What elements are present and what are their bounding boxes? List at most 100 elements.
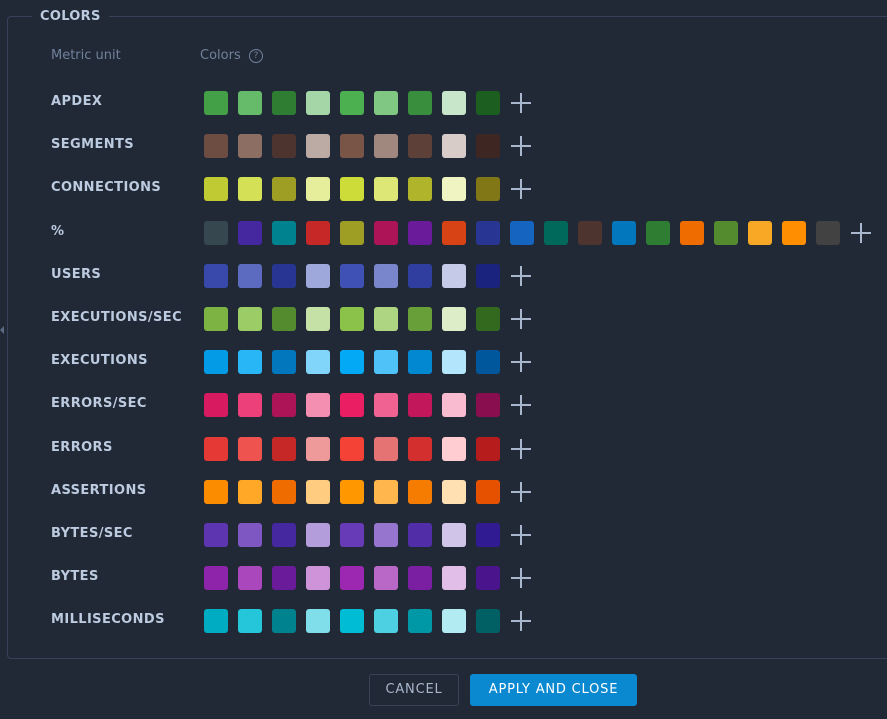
color-swatch[interactable] [238, 523, 262, 547]
color-swatch[interactable] [374, 350, 398, 374]
color-swatch[interactable] [204, 134, 228, 158]
color-swatch[interactable] [408, 221, 432, 245]
color-swatch[interactable] [306, 221, 330, 245]
add-color-plus-icon[interactable] [511, 611, 531, 631]
color-swatch[interactable] [238, 264, 262, 288]
add-color-plus-icon[interactable] [511, 352, 531, 372]
color-swatch[interactable] [238, 307, 262, 331]
color-swatch[interactable] [272, 134, 296, 158]
color-swatch[interactable] [238, 393, 262, 417]
color-swatch[interactable] [510, 221, 534, 245]
color-swatch[interactable] [782, 221, 806, 245]
color-swatch[interactable] [374, 91, 398, 115]
color-swatch[interactable] [272, 523, 296, 547]
color-swatch[interactable] [204, 393, 228, 417]
color-swatch[interactable] [306, 307, 330, 331]
color-swatch[interactable] [442, 393, 466, 417]
color-swatch[interactable] [340, 91, 364, 115]
color-swatch[interactable] [204, 523, 228, 547]
color-swatch[interactable] [340, 350, 364, 374]
color-swatch[interactable] [340, 393, 364, 417]
color-swatch[interactable] [374, 307, 398, 331]
color-swatch[interactable] [476, 437, 500, 461]
color-swatch[interactable] [408, 437, 432, 461]
color-swatch[interactable] [238, 134, 262, 158]
color-swatch[interactable] [408, 307, 432, 331]
color-swatch[interactable] [476, 609, 500, 633]
color-swatch[interactable] [272, 350, 296, 374]
color-swatch[interactable] [408, 177, 432, 201]
color-swatch[interactable] [408, 480, 432, 504]
color-swatch[interactable] [204, 221, 228, 245]
color-swatch[interactable] [408, 350, 432, 374]
color-swatch[interactable] [306, 350, 330, 374]
color-swatch[interactable] [476, 307, 500, 331]
color-swatch[interactable] [408, 134, 432, 158]
color-swatch[interactable] [340, 523, 364, 547]
color-swatch[interactable] [476, 264, 500, 288]
color-swatch[interactable] [306, 393, 330, 417]
color-swatch[interactable] [306, 609, 330, 633]
color-swatch[interactable] [680, 221, 704, 245]
color-swatch[interactable] [306, 177, 330, 201]
color-swatch[interactable] [374, 523, 398, 547]
color-swatch[interactable] [272, 393, 296, 417]
color-swatch[interactable] [408, 264, 432, 288]
color-swatch[interactable] [374, 609, 398, 633]
color-swatch[interactable] [476, 566, 500, 590]
color-swatch[interactable] [612, 221, 636, 245]
color-swatch[interactable] [340, 566, 364, 590]
color-swatch[interactable] [204, 350, 228, 374]
color-swatch[interactable] [374, 566, 398, 590]
color-swatch[interactable] [204, 264, 228, 288]
add-color-plus-icon[interactable] [511, 395, 531, 415]
color-swatch[interactable] [748, 221, 772, 245]
color-swatch[interactable] [306, 264, 330, 288]
add-color-plus-icon[interactable] [511, 525, 531, 545]
color-swatch[interactable] [204, 307, 228, 331]
color-swatch[interactable] [374, 221, 398, 245]
color-swatch[interactable] [476, 350, 500, 374]
color-swatch[interactable] [374, 134, 398, 158]
add-color-plus-icon[interactable] [511, 179, 531, 199]
color-swatch[interactable] [476, 221, 500, 245]
color-swatch[interactable] [238, 177, 262, 201]
color-swatch[interactable] [442, 480, 466, 504]
add-color-plus-icon[interactable] [511, 568, 531, 588]
add-color-plus-icon[interactable] [511, 93, 531, 113]
color-swatch[interactable] [238, 350, 262, 374]
color-swatch[interactable] [714, 221, 738, 245]
color-swatch[interactable] [238, 480, 262, 504]
color-swatch[interactable] [442, 134, 466, 158]
add-color-plus-icon[interactable] [511, 439, 531, 459]
color-swatch[interactable] [476, 91, 500, 115]
color-swatch[interactable] [238, 566, 262, 590]
color-swatch[interactable] [272, 566, 296, 590]
color-swatch[interactable] [408, 566, 432, 590]
color-swatch[interactable] [442, 264, 466, 288]
color-swatch[interactable] [306, 134, 330, 158]
color-swatch[interactable] [204, 91, 228, 115]
add-color-plus-icon[interactable] [851, 223, 871, 243]
color-swatch[interactable] [306, 523, 330, 547]
color-swatch[interactable] [442, 437, 466, 461]
color-swatch[interactable] [204, 566, 228, 590]
add-color-plus-icon[interactable] [511, 309, 531, 329]
color-swatch[interactable] [340, 177, 364, 201]
color-swatch[interactable] [238, 437, 262, 461]
color-swatch[interactable] [340, 134, 364, 158]
color-swatch[interactable] [340, 221, 364, 245]
color-swatch[interactable] [408, 393, 432, 417]
color-swatch[interactable] [442, 609, 466, 633]
color-swatch[interactable] [408, 91, 432, 115]
color-swatch[interactable] [340, 437, 364, 461]
color-swatch[interactable] [408, 609, 432, 633]
color-swatch[interactable] [544, 221, 568, 245]
color-swatch[interactable] [272, 609, 296, 633]
color-swatch[interactable] [442, 177, 466, 201]
color-swatch[interactable] [340, 264, 364, 288]
color-swatch[interactable] [816, 221, 840, 245]
apply-and-close-button[interactable]: APPLY AND CLOSE [470, 674, 637, 706]
color-swatch[interactable] [238, 91, 262, 115]
color-swatch[interactable] [204, 609, 228, 633]
